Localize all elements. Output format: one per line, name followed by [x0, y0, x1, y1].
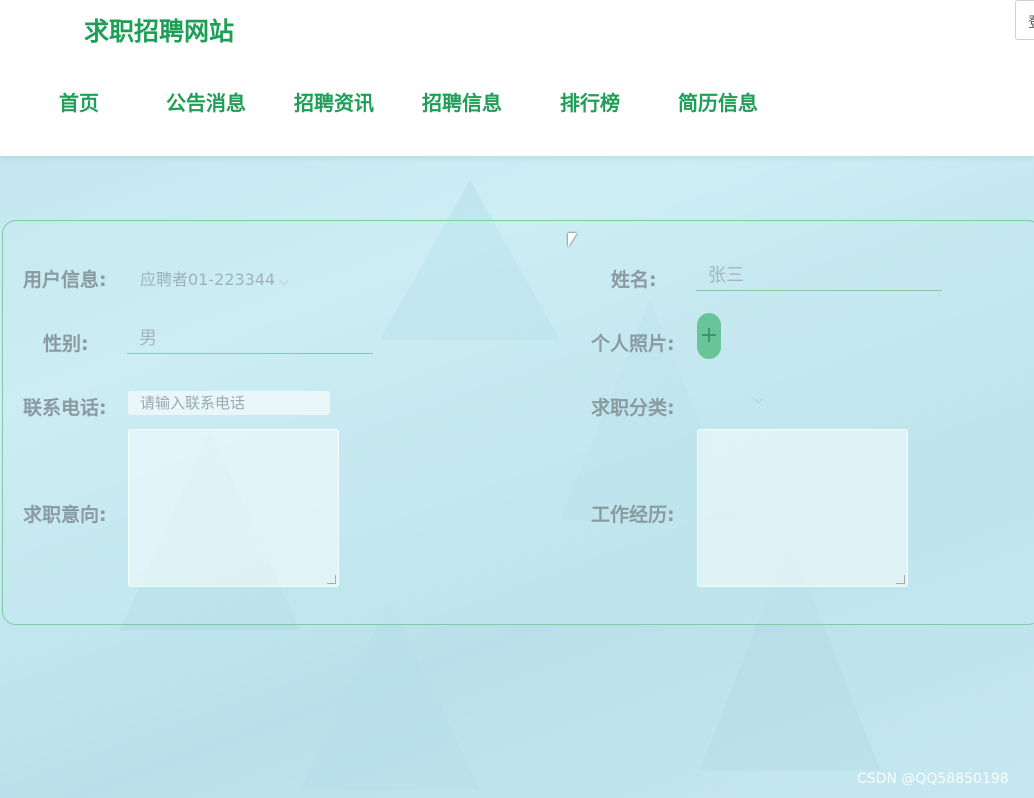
main-nav: 首页 公告消息 招聘资讯 招聘信息 排行榜 简历信息 [0, 87, 1034, 117]
upload-photo-button[interactable]: + [697, 313, 721, 359]
category-label: 求职分类: [591, 397, 675, 419]
site-title[interactable]: 求职招聘网站 [84, 12, 234, 48]
category-select[interactable]: ⌵ [707, 392, 767, 414]
chevron-down-icon: ⌵ [279, 274, 289, 288]
watermark: CSDN @QQ58850198 [857, 771, 1009, 787]
resize-handle-icon[interactable] [896, 575, 905, 584]
resize-handle-icon[interactable] [327, 575, 336, 584]
user-info-select[interactable]: 应聘者01-223344 ⌵ [140, 266, 288, 290]
experience-textarea[interactable] [697, 429, 908, 587]
user-info-label: 用户信息: [23, 269, 107, 291]
intention-textarea[interactable] [128, 429, 339, 587]
background-triangle [300, 600, 480, 790]
gender-label: 性别: [43, 333, 89, 355]
nav-item-resumes[interactable]: 简历信息 [678, 87, 758, 116]
chevron-down-icon: ⌵ [753, 392, 763, 406]
intention-label: 求职意向: [23, 504, 107, 526]
name-label: 姓名: [611, 269, 657, 291]
photo-label: 个人照片: [591, 333, 675, 355]
phone-label: 联系电话: [23, 397, 107, 419]
nav-item-home[interactable]: 首页 [59, 87, 99, 116]
name-input[interactable]: 张三 [696, 263, 942, 291]
login-button[interactable]: 登 [1015, 0, 1034, 40]
nav-item-rankings[interactable]: 排行榜 [560, 87, 620, 116]
user-info-value: 应聘者01-223344 [140, 270, 276, 289]
nav-item-recruitment-news[interactable]: 招聘资讯 [294, 87, 374, 116]
experience-label: 工作经历: [591, 504, 675, 526]
plus-icon: + [699, 323, 719, 348]
phone-input[interactable]: 请输入联系电话 [128, 391, 330, 415]
nav-item-announcements[interactable]: 公告消息 [166, 87, 246, 116]
header: 求职招聘网站 登 首页 公告消息 招聘资讯 招聘信息 排行榜 简历信息 [0, 0, 1034, 156]
mouse-cursor-icon [568, 233, 577, 247]
gender-input[interactable]: 男 [127, 326, 373, 354]
nav-item-job-postings[interactable]: 招聘信息 [422, 87, 502, 116]
